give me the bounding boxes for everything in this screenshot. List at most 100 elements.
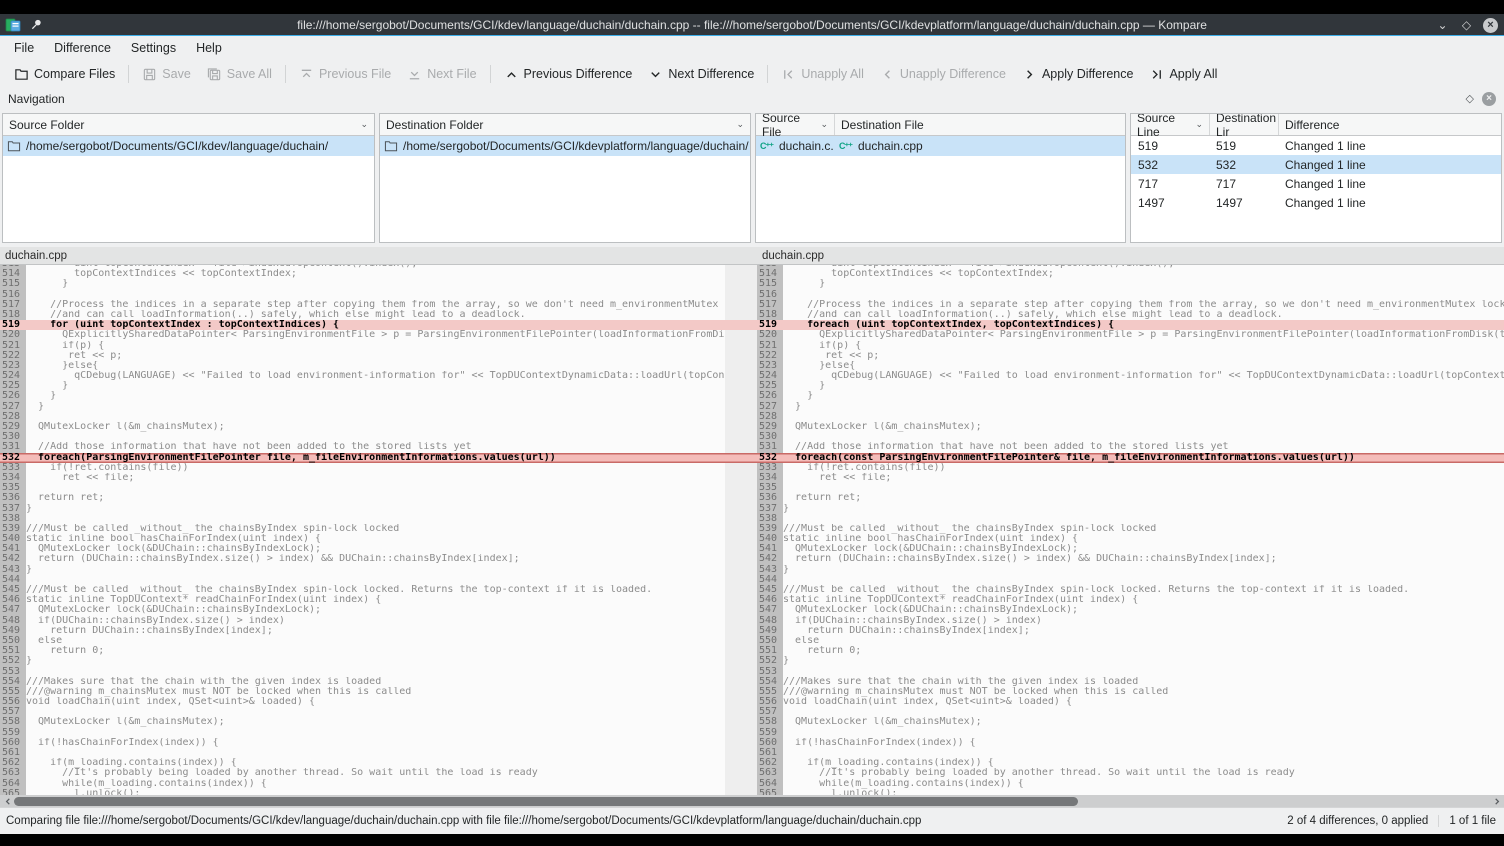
code-line: 518 //and can call loadInformation(..) s… (0, 310, 725, 320)
difference-column-header[interactable]: Difference (1278, 114, 1501, 135)
previous-difference-button[interactable]: Previous Difference (496, 63, 641, 86)
unapply-difference-button[interactable]: Unapply Difference (872, 63, 1014, 86)
difference-list[interactable]: 519 519 Changed 1 line 532 532 Changed 1… (1131, 136, 1501, 242)
code-line: 528 (757, 412, 1504, 422)
difference-row[interactable]: 519 519 Changed 1 line (1131, 136, 1501, 155)
cpp-file-icon: C⁺⁺ (839, 141, 853, 152)
destination-code-view[interactable]: 513 uint topContextIndex = file->indexed… (757, 265, 1504, 795)
apply-difference-button[interactable]: Apply Difference (1014, 63, 1142, 86)
code-line: 550 else (757, 636, 1504, 646)
code-line: 532 foreach(ParsingEnvironmentFilePointe… (0, 453, 725, 463)
horizontal-scroll-thumb[interactable] (14, 797, 1078, 806)
line-text: QExplicitlySharedDataPointer< ParsingEnv… (26, 330, 725, 340)
scroll-right-icon[interactable] (1490, 797, 1504, 806)
source-code-view[interactable]: 513 uint topContextIndex = file->indexed… (0, 265, 725, 795)
connector-row (725, 483, 757, 493)
line-text: topContextIndices << topContextIndex; (783, 269, 1504, 279)
code-line: 538 (757, 514, 1504, 524)
unapply-all-button[interactable]: Unapply All (773, 63, 872, 86)
menu-help[interactable]: Help (186, 38, 232, 58)
titlebar[interactable]: file:///home/sergobot/Documents/GCI/kdev… (0, 14, 1504, 36)
code-line: 562 if(m_loading.contains(index)) { (757, 758, 1504, 768)
line-text: for (uint topContextIndex : topContextIn… (26, 320, 725, 330)
code-line: 521 if(p) { (757, 341, 1504, 351)
line-text (26, 290, 725, 300)
destination-folder-row[interactable]: /home/sergobot/Documents/GCI/kdevplatfor… (380, 136, 750, 156)
connector-row (725, 544, 757, 554)
menu-settings[interactable]: Settings (121, 38, 186, 58)
line-text: if(!hasChainForIndex(index)) { (783, 738, 1504, 748)
files-list[interactable]: C⁺⁺ duchain.c... C⁺⁺ duchain.cpp (756, 136, 1125, 242)
connector-row (725, 626, 757, 636)
next-difference-button[interactable]: Next Difference (640, 63, 762, 86)
menu-difference[interactable]: Difference (44, 38, 121, 58)
code-line: 554 ///Makes sure that the chain with th… (757, 677, 1504, 687)
code-line: 529 QMutexLocker l(&m_chainsMutex); (0, 422, 725, 432)
line-text: ret << file; (26, 473, 725, 483)
line-text: QMutexLocker lock(&DUChain::chainsByInde… (783, 605, 1504, 615)
line-text: } (26, 656, 725, 666)
connector-row (725, 351, 757, 361)
code-line: 519 for (uint topContextIndex : topConte… (0, 320, 725, 330)
maximize-button[interactable]: ◇ (1459, 18, 1474, 33)
source-folder-row[interactable]: /home/sergobot/Documents/GCI/kdev/langua… (3, 136, 374, 156)
source-folder-list[interactable]: /home/sergobot/Documents/GCI/kdev/langua… (3, 136, 374, 242)
destination-file-column-header[interactable]: Destination File (834, 114, 1125, 135)
line-text (783, 575, 1504, 585)
horizontal-scrollbar[interactable] (0, 795, 1504, 807)
line-text: if(!ret.contains(file)) (783, 463, 1504, 473)
code-line: 514 topContextIndices << topContextIndex… (0, 269, 725, 279)
code-line: 518 //and can call loadInformation(..) s… (757, 310, 1504, 320)
difference-row[interactable]: 1497 1497 Changed 1 line (1131, 193, 1501, 212)
connector-row (725, 636, 757, 646)
destination-folder-column-header[interactable]: Destination Folder ⌄ (380, 114, 750, 135)
destination-folder-list[interactable]: /home/sergobot/Documents/GCI/kdevplatfor… (380, 136, 750, 242)
line-text (783, 432, 1504, 442)
code-line: 534 ret << file; (0, 473, 725, 483)
line-text: if(DUChain::chainsByIndex.size() > index… (783, 616, 1504, 626)
connector-row (725, 779, 757, 789)
source-folder-column-header[interactable]: Source Folder ⌄ (3, 114, 374, 135)
difference-row[interactable]: 717 717 Changed 1 line (1131, 174, 1501, 193)
code-line: 522 ret << p; (0, 351, 725, 361)
line-text: } (783, 279, 1504, 289)
line-text: return 0; (783, 646, 1504, 656)
code-line: 524 qCDebug(LANGUAGE) << "Failed to load… (0, 371, 725, 381)
line-text (26, 432, 725, 442)
save-all-button[interactable]: Save All (199, 63, 280, 86)
diff-view: duchain.cpp 513 uint topContextIndex = f… (0, 247, 1504, 795)
line-text: foreach(ParsingEnvironmentFilePointer fi… (26, 453, 725, 463)
compare-files-button[interactable]: Compare Files (6, 63, 123, 86)
source-line-column-header[interactable]: Source Line ⌄ (1131, 114, 1209, 135)
apply-all-button[interactable]: Apply All (1141, 63, 1225, 86)
navigation-dock-header[interactable]: Navigation ◇ × (0, 88, 1504, 109)
line-text: QMutexLocker l(&m_chainsMutex); (783, 717, 1504, 727)
line-text: return ret; (783, 493, 1504, 503)
dock-float-button[interactable]: ◇ (1466, 92, 1474, 105)
destination-code-lines: 513 uint topContextIndex = file->indexed… (757, 265, 1504, 795)
minimize-button[interactable]: ⌄ (1435, 18, 1450, 33)
code-line: 534 ret << file; (757, 473, 1504, 483)
connector-row (725, 656, 757, 666)
file-row[interactable]: C⁺⁺ duchain.c... C⁺⁺ duchain.cpp (756, 136, 1125, 156)
connector-row (725, 432, 757, 442)
connector-row (725, 473, 757, 483)
line-text: return DUChain::chainsByIndex[index]; (26, 626, 725, 636)
destination-line-column-header[interactable]: Destination Lir (1209, 114, 1278, 135)
connector-row (725, 310, 757, 320)
menu-file[interactable]: File (4, 38, 44, 58)
source-file-column-header[interactable]: Source File ⌄ (756, 114, 834, 135)
line-text: } (783, 402, 1504, 412)
difference-row[interactable]: 532 532 Changed 1 line (1131, 155, 1501, 174)
dock-close-button[interactable]: × (1482, 92, 1496, 106)
line-text: qCDebug(LANGUAGE) << "Failed to load env… (783, 371, 1504, 381)
scroll-left-icon[interactable] (0, 797, 14, 806)
save-button[interactable]: Save (134, 63, 199, 86)
code-line: 546 static inline TopDUContext* readChai… (0, 595, 725, 605)
previous-file-button[interactable]: Previous File (291, 63, 399, 86)
code-line: 556 void loadChain(uint index, QSet<uint… (757, 697, 1504, 707)
code-line: 524 qCDebug(LANGUAGE) << "Failed to load… (757, 371, 1504, 381)
line-text (783, 667, 1504, 677)
close-button[interactable]: × (1483, 18, 1498, 33)
next-file-button[interactable]: Next File (399, 63, 484, 86)
